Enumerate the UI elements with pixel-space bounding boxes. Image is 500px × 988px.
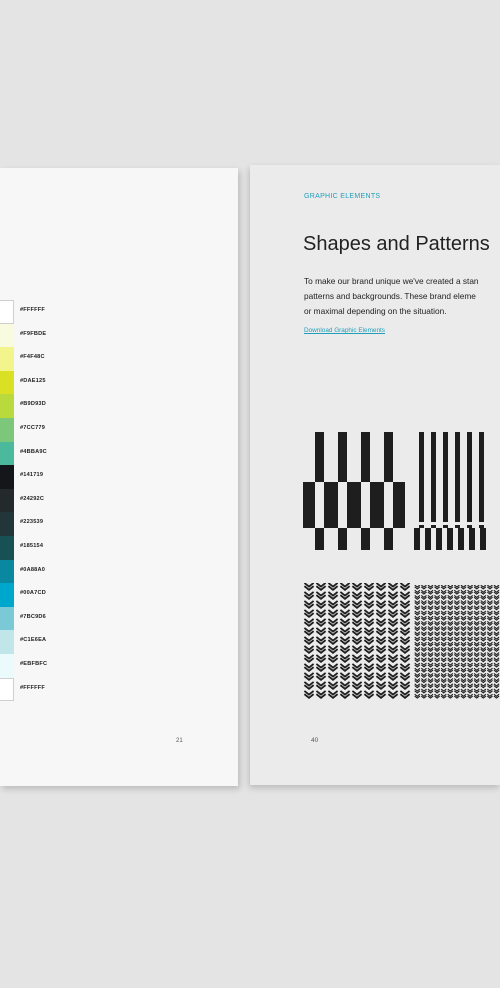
color-swatch-row: #F4F48C (0, 347, 238, 371)
color-swatch-row: #00A7CD (0, 583, 238, 607)
color-hex-label: #F4F48C (20, 354, 45, 361)
color-swatch-row: #B9D93D (0, 394, 238, 418)
color-swatch (0, 465, 14, 489)
color-swatch (0, 677, 14, 702)
color-hex-label: #FFFFFF (20, 307, 46, 313)
color-swatch (0, 488, 14, 513)
download-graphic-elements-link[interactable]: Download Graphic Elements (304, 327, 385, 334)
color-hex-label: #24292C (20, 495, 45, 502)
color-swatch (0, 370, 14, 395)
color-swatch (0, 417, 14, 442)
left-page-number: 21 (176, 738, 183, 744)
color-hex-label: #00A7CD (20, 590, 46, 597)
color-swatch-row: #4BBA9C (0, 441, 238, 466)
color-hex-label: #223539 (20, 519, 44, 526)
page-title: Shapes and Patterns (303, 233, 490, 255)
brochure-right-page: GRAPHIC ELEMENTS Shapes and Patterns To … (250, 165, 500, 785)
color-hex-label: #185154 (20, 542, 44, 549)
color-hex-label: #7BC9D6 (20, 613, 46, 620)
color-hex-label: #B9D93D (20, 401, 46, 408)
color-hex-label: #4BBA9C (20, 448, 47, 455)
color-swatch-row: #7CC779 (0, 417, 238, 442)
brochure-left-page: #FFFFFF #F9FBDE #F4F48C #DAE125 #B9D93D #7CC7… (0, 168, 238, 786)
color-swatch (0, 441, 14, 466)
color-swatch (0, 583, 14, 607)
color-swatch (0, 630, 14, 654)
color-swatch-row: #0A88A0 (0, 559, 238, 584)
color-hex-label: #FFFFFF (20, 684, 46, 691)
color-swatch (0, 559, 14, 584)
color-swatch-row: #185154 (0, 535, 238, 560)
color-swatch-row: #F9FBDE (0, 323, 238, 348)
color-swatch-row: #FFFFFF (0, 677, 238, 702)
arrow-grid-pattern (303, 583, 411, 699)
color-swatch-row: #DAE125 (0, 370, 238, 395)
color-swatch-row: #C1E6EA (0, 630, 238, 654)
color-swatch-row: #223539 (0, 512, 238, 536)
color-swatch-row: #FFFFFF (0, 300, 238, 324)
color-hex-label: #EBFBFC (20, 660, 48, 667)
color-hex-label: #F9FBDE (20, 330, 47, 337)
color-hex-label: #141719 (20, 472, 44, 479)
color-swatch (0, 347, 14, 371)
section-eyebrow: GRAPHIC ELEMENTS (304, 193, 381, 200)
intro-line: patterns and backgrounds. These brand el… (304, 291, 476, 301)
color-swatch-row: #7BC9D6 (0, 606, 238, 631)
color-swatch (0, 300, 14, 324)
color-swatch (0, 323, 14, 348)
color-swatch (0, 653, 14, 678)
color-hex-label: #C1E6EA (20, 637, 47, 644)
color-swatch (0, 394, 14, 418)
intro-line: To make our brand unique we've created a… (304, 276, 479, 286)
color-hex-label: #0A88A0 (20, 566, 46, 573)
stripe-block-pattern (303, 432, 405, 550)
color-swatch (0, 535, 14, 560)
small-arrow-grid-pattern (414, 585, 500, 699)
color-swatch-list: #FFFFFF #F9FBDE #F4F48C #DAE125 #B9D93D #7CC7… (0, 300, 238, 702)
color-hex-label: #7CC779 (20, 424, 46, 431)
thin-stripe-pattern (414, 432, 500, 550)
color-swatch-row: #EBFBFC (0, 653, 238, 678)
color-swatch-row: #24292C (0, 488, 238, 513)
intro-line: or maximal depending on the situation. (304, 306, 447, 316)
intro-paragraph: To make our brand unique we've created a… (304, 274, 500, 319)
color-swatch-row: #141719 (0, 465, 238, 489)
right-page-number: 40 (311, 737, 319, 744)
color-swatch (0, 606, 14, 631)
color-swatch (0, 512, 14, 536)
color-hex-label: #DAE125 (20, 377, 46, 384)
